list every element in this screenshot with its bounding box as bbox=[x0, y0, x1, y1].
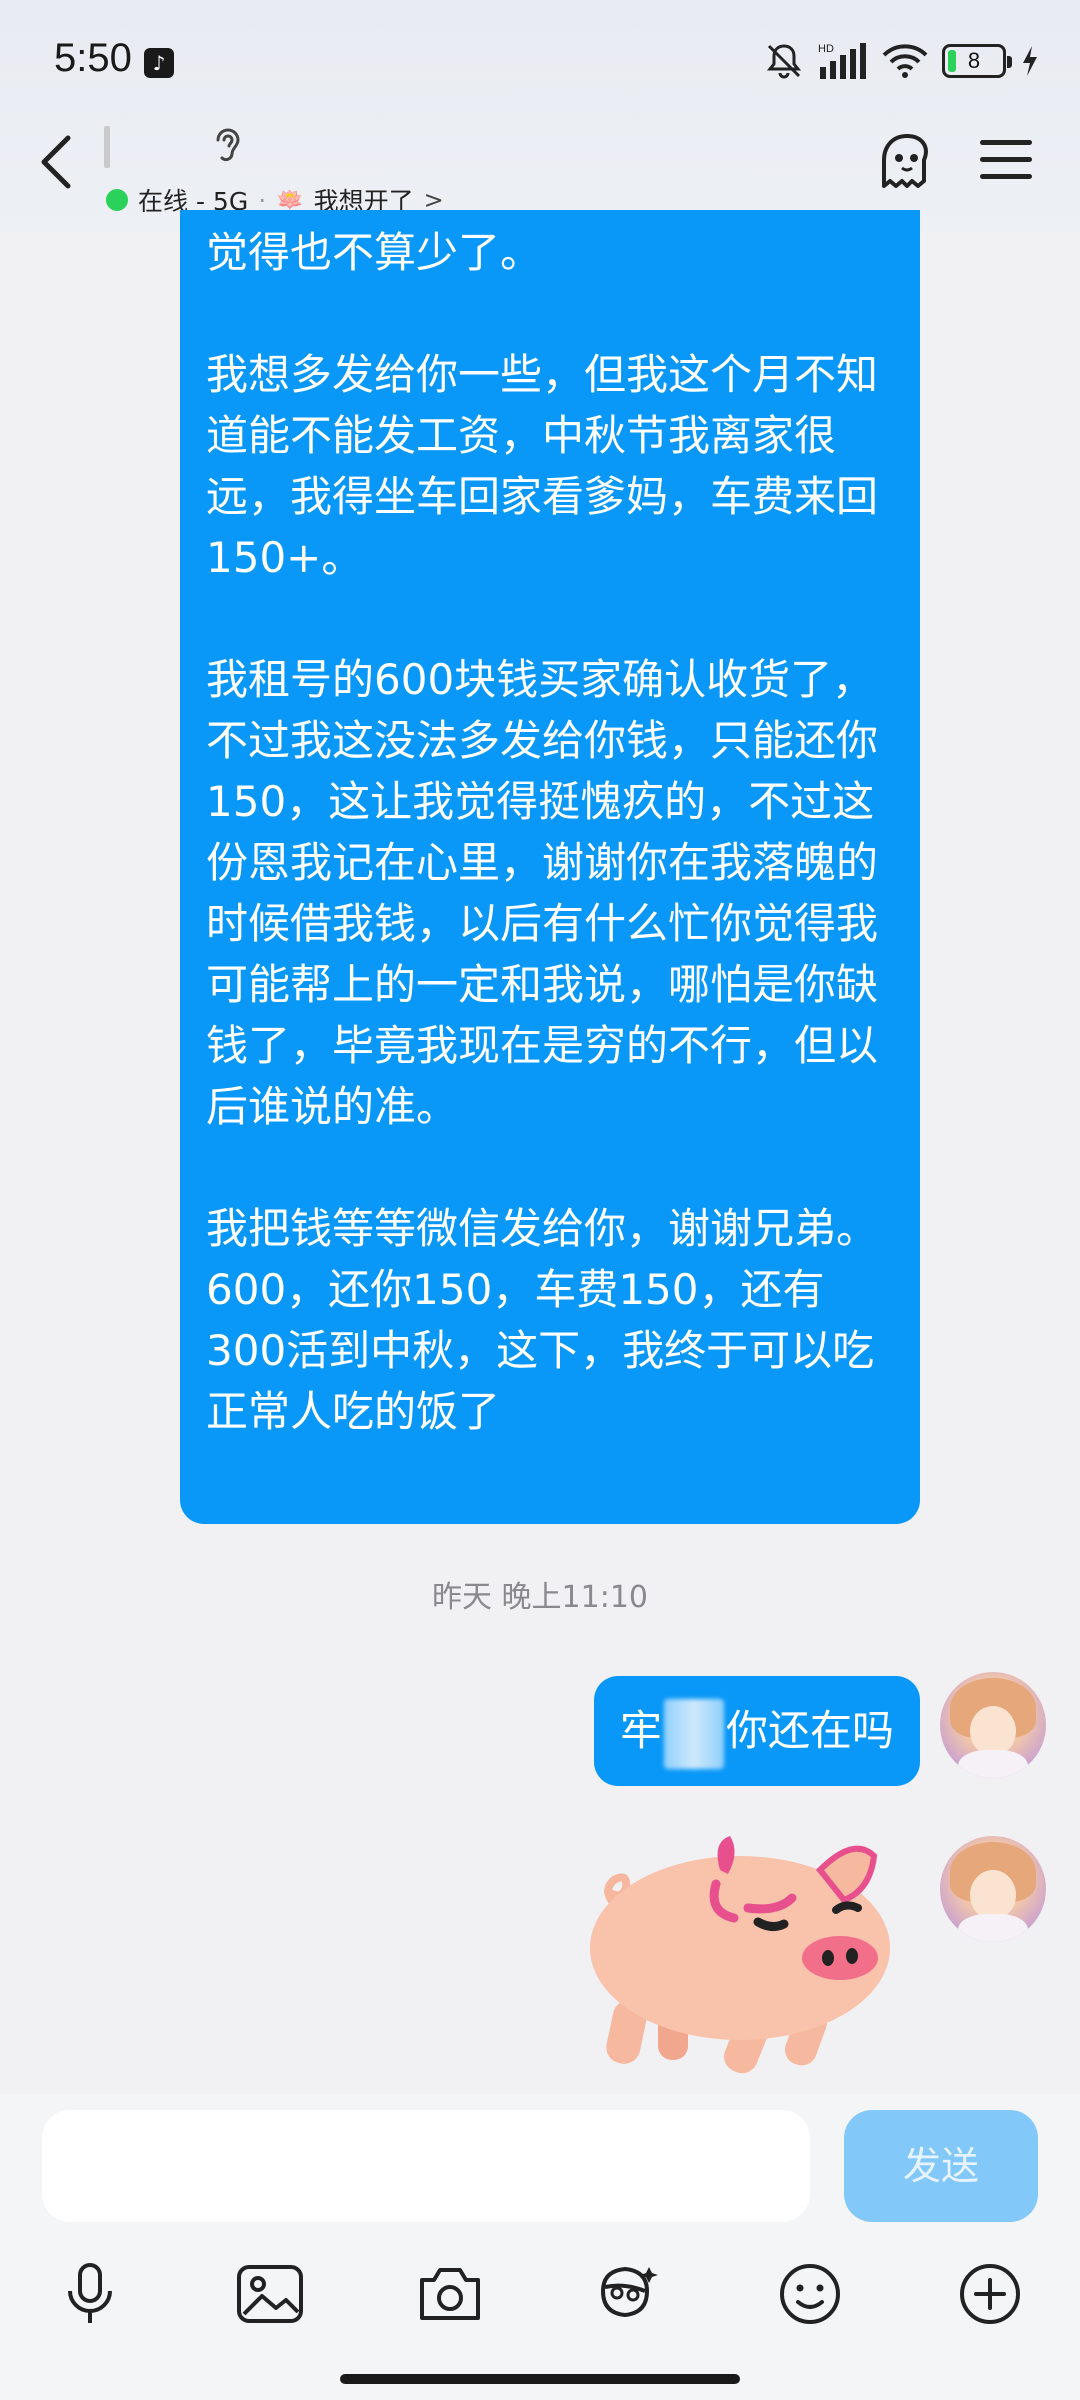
ghost-icon bbox=[882, 134, 928, 188]
tiktok-notification-icon: ♪ bbox=[144, 48, 174, 78]
signal-icon: HD bbox=[818, 41, 868, 81]
back-button[interactable] bbox=[34, 132, 78, 192]
message-text-suffix: 你还在吗 bbox=[726, 1706, 895, 1755]
pig-sticker[interactable] bbox=[580, 1830, 920, 2084]
menu-icon bbox=[980, 140, 1032, 145]
charging-icon bbox=[1020, 44, 1040, 78]
emoji-icon bbox=[780, 2264, 840, 2324]
contact-name bbox=[104, 126, 110, 168]
plus-icon bbox=[960, 2264, 1020, 2324]
input-toolbar bbox=[0, 2256, 1080, 2352]
camera-button[interactable] bbox=[412, 2256, 488, 2332]
gallery-button[interactable] bbox=[232, 2256, 308, 2332]
sticker-icon bbox=[600, 2266, 658, 2318]
lotus-icon: 🪷 bbox=[276, 187, 304, 213]
image-icon bbox=[237, 2265, 303, 2323]
status-bar: 5:50 ♪ HD 8 bbox=[0, 0, 1080, 124]
message-paragraph: 600，还你150，车费150，还有300活到中秋，这下，我终于可以吃正常人吃的… bbox=[206, 1265, 875, 1436]
battery-icon: 8 bbox=[942, 44, 1012, 78]
input-area: 发送 bbox=[0, 2094, 1080, 2400]
camera-icon bbox=[420, 2268, 480, 2320]
home-indicator[interactable] bbox=[340, 2374, 740, 2384]
status-time: 5:50 bbox=[54, 36, 132, 80]
wifi-icon bbox=[882, 43, 928, 79]
voice-button[interactable] bbox=[52, 2256, 128, 2332]
avatar[interactable] bbox=[940, 1836, 1046, 1942]
message-timestamp: 昨天 晚上11:10 bbox=[432, 1580, 648, 1615]
message-paragraph: 我租号的600块钱买家确认收货了，不过我这没法多发给你钱，只能还你150，这让我… bbox=[206, 655, 879, 1131]
sticker-button[interactable] bbox=[590, 2256, 666, 2332]
send-button[interactable]: 发送 bbox=[844, 2110, 1038, 2222]
svg-text:HD: HD bbox=[818, 43, 834, 55]
message-paragraph: 我想多发给你一些，但我这个月不知道能不能发工资，中秋节我离家很远，我得坐车回家看… bbox=[206, 350, 879, 582]
menu-button[interactable] bbox=[980, 140, 1032, 184]
ear-icon[interactable] bbox=[210, 124, 246, 172]
battery-level: 8 bbox=[967, 48, 981, 73]
redacted-name bbox=[664, 1698, 725, 1769]
message-input[interactable] bbox=[42, 2110, 810, 2222]
bell-muted-icon bbox=[764, 41, 804, 81]
message-text-prefix: 牢 bbox=[620, 1706, 663, 1755]
ghost-button[interactable] bbox=[876, 132, 938, 198]
avatar[interactable] bbox=[940, 1672, 1046, 1778]
emoji-button[interactable] bbox=[772, 2256, 848, 2332]
back-arrow-icon bbox=[41, 135, 71, 189]
message-paragraph: 我把钱等等微信发给你，谢谢兄弟。 bbox=[206, 1204, 879, 1253]
online-dot-icon bbox=[106, 189, 128, 211]
message-bubble-incoming[interactable]: 觉得也不算少了。 我想多发给你一些，但我这个月不知道能不能发工资，中秋节我离家很… bbox=[180, 210, 920, 1524]
microphone-icon bbox=[68, 2263, 112, 2323]
message-paragraph: 觉得也不算少了。 bbox=[206, 228, 543, 277]
message-bubble-outgoing[interactable]: 牢 你还在吗 bbox=[594, 1676, 920, 1786]
more-button[interactable] bbox=[952, 2256, 1028, 2332]
